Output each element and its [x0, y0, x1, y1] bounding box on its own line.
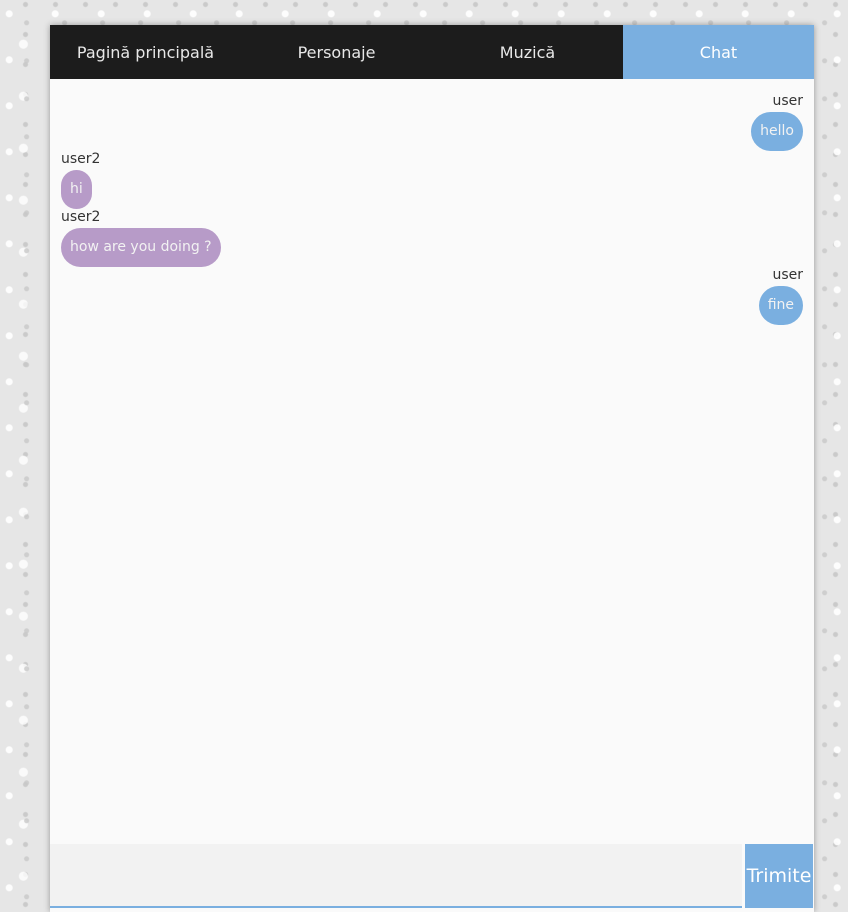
- message-bubble-received: how are you doing ?: [61, 228, 221, 267]
- message-item: user2 how are you doing ?: [61, 209, 221, 267]
- message-sender: user: [772, 93, 803, 109]
- chat-app-window: Pagină principală Personaje Muzică Chat …: [50, 25, 814, 912]
- message-list: user hello user2 hi user2 how are you do…: [50, 79, 814, 844]
- message-item: user fine: [758, 267, 803, 325]
- nav-item-music[interactable]: Muzică: [432, 25, 623, 79]
- message-sender: user2: [61, 151, 101, 167]
- nav-item-characters[interactable]: Personaje: [241, 25, 432, 79]
- message-sender: user: [772, 267, 803, 283]
- nav-item-chat[interactable]: Chat: [623, 25, 814, 79]
- message-composer: Trimite: [50, 844, 814, 912]
- message-item: user2 hi: [61, 151, 100, 209]
- message-bubble-received: hi: [61, 170, 92, 209]
- message-sender: user2: [61, 209, 101, 225]
- message-bubble-sent: fine: [758, 286, 803, 325]
- send-button[interactable]: Trimite: [745, 844, 813, 908]
- message-bubble-sent: hello: [751, 112, 803, 151]
- message-item: user hello: [751, 93, 803, 151]
- message-input[interactable]: [50, 844, 742, 908]
- nav-item-home[interactable]: Pagină principală: [50, 25, 241, 79]
- main-navigation: Pagină principală Personaje Muzică Chat: [50, 25, 814, 79]
